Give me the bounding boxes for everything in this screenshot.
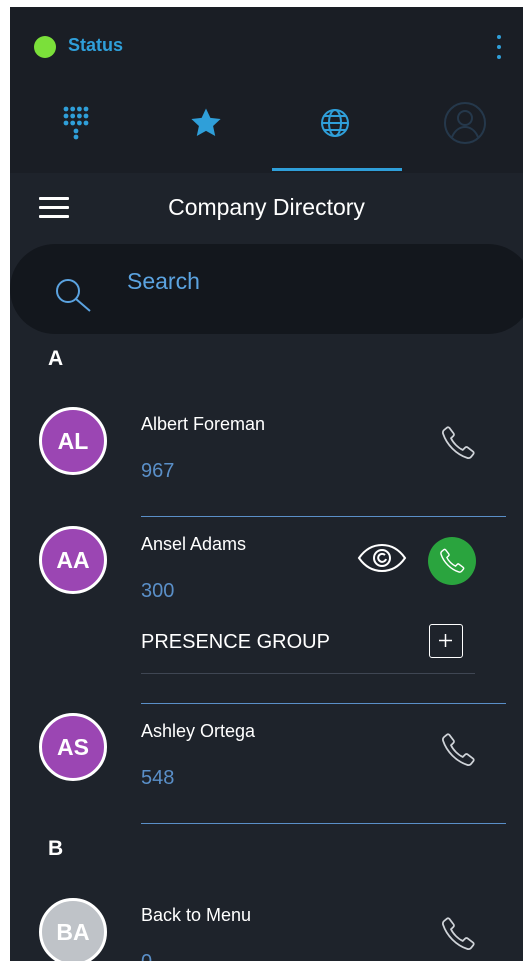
status-indicator-dot[interactable] xyxy=(34,36,56,58)
section-letter-a: A xyxy=(48,347,64,370)
dialpad-icon[interactable] xyxy=(46,101,106,145)
phone-icon[interactable] xyxy=(439,915,477,958)
row-divider xyxy=(141,823,506,824)
contact-name[interactable]: Albert Foreman xyxy=(141,414,265,435)
app-window: Status Company Directory Search A AL Alb… xyxy=(10,7,523,961)
contact-extension: 0 xyxy=(141,951,152,961)
top-bar: Status xyxy=(10,7,523,173)
search-icon[interactable] xyxy=(54,277,94,318)
globe-icon[interactable] xyxy=(305,101,365,145)
eye-icon[interactable] xyxy=(357,543,407,578)
contact-name[interactable]: Ansel Adams xyxy=(141,534,246,555)
avatar[interactable]: AA xyxy=(39,526,107,594)
avatar[interactable]: AS xyxy=(39,713,107,781)
phone-icon[interactable] xyxy=(439,424,477,467)
row-divider xyxy=(141,703,506,704)
status-label[interactable]: Status xyxy=(68,35,123,56)
contact-name[interactable]: Ashley Ortega xyxy=(141,721,255,742)
star-icon[interactable] xyxy=(176,101,236,145)
avatar[interactable]: BA xyxy=(39,898,107,961)
avatar[interactable]: AL xyxy=(39,407,107,475)
phone-icon[interactable] xyxy=(439,731,477,774)
page-title: Company Directory xyxy=(168,194,365,220)
row-divider xyxy=(141,516,506,517)
search-input[interactable]: Search xyxy=(127,268,200,295)
section-letter-b: B xyxy=(48,837,64,860)
contact-extension: 967 xyxy=(141,460,175,482)
more-options-icon[interactable] xyxy=(495,35,503,61)
contact-extension: 300 xyxy=(141,580,175,602)
contact-name[interactable]: Back to Menu xyxy=(141,905,251,926)
presence-divider xyxy=(141,673,475,674)
add-presence-group-button[interactable] xyxy=(429,624,463,658)
user-icon[interactable] xyxy=(435,101,495,145)
presence-group-label: PRESENCE GROUP xyxy=(141,631,330,653)
active-call-button[interactable] xyxy=(428,537,476,585)
active-tab-indicator xyxy=(272,168,402,171)
contact-extension: 548 xyxy=(141,767,175,789)
